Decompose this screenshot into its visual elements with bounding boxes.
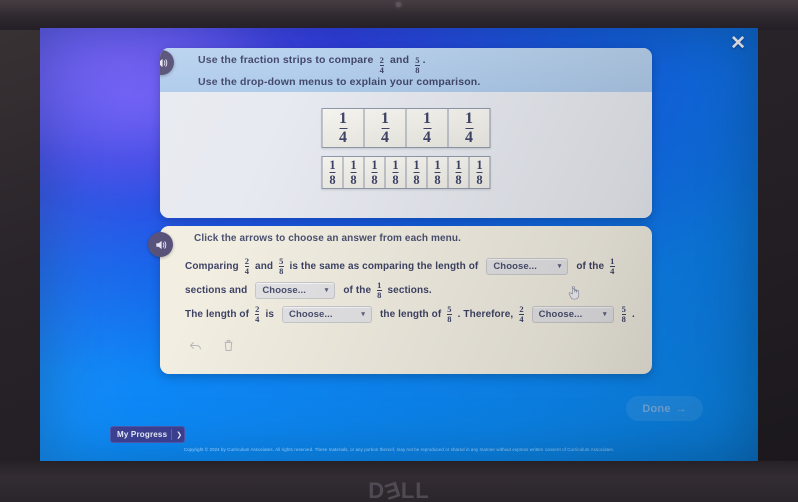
chevron-right-icon: ❯: [176, 431, 183, 439]
arrow-right-icon: →: [675, 402, 687, 415]
copyright-text: Copyright © 2024 by Curriculum Associate…: [183, 447, 615, 452]
fraction-label: 14: [339, 109, 347, 146]
dropdown-2-label: Choose...: [262, 284, 306, 296]
fraction-cell[interactable]: 14: [448, 109, 490, 147]
my-progress-label: My Progress: [117, 430, 168, 439]
prompt-fraction-two-fourths: 24: [379, 55, 384, 75]
fraction-cell[interactable]: 14: [322, 109, 365, 147]
fraction-label: 18: [371, 157, 378, 187]
line1-fraction-2: 58: [279, 255, 284, 276]
done-button[interactable]: Done →: [626, 396, 703, 421]
webcam-icon: [396, 2, 401, 7]
fraction-strips: 14 14 14 14 18 18 18 18 18 18 18 18: [321, 108, 491, 197]
laptop-photo: ✕ Use the fraction strips to compare 24 …: [0, 0, 798, 502]
line1-text-1: Comparing: [185, 260, 239, 272]
fraction-cell[interactable]: 18: [343, 157, 365, 188]
fraction-cell[interactable]: 18: [364, 157, 386, 188]
line1-text-4: of the: [576, 260, 605, 272]
close-icon[interactable]: ✕: [730, 34, 746, 53]
line3-text-3: the length of: [379, 308, 442, 320]
dropdown-3-label: Choose...: [288, 308, 333, 320]
dropdown-1-label: Choose...: [493, 260, 537, 272]
prompt-line-1: Use the fraction strips to compare 24 an…: [198, 53, 640, 75]
prompt-header: Use the fraction strips to compare 24 an…: [160, 48, 652, 92]
chevron-down-icon: ▾: [557, 263, 562, 270]
chevron-down-icon: ▾: [603, 311, 607, 318]
fraction-label: 14: [465, 109, 473, 146]
dropdown-4[interactable]: Choose... ▾: [531, 305, 614, 323]
chevron-down-icon: ▾: [324, 287, 329, 294]
answer-sentences: Comparing 24 and 58 is the same as compa…: [182, 254, 642, 326]
undo-arrow-icon[interactable]: [188, 338, 203, 358]
trash-icon[interactable]: [221, 338, 236, 358]
my-progress-button[interactable]: My Progress ❯: [110, 426, 186, 443]
dell-logo: DƎLL: [368, 476, 430, 502]
line2-text-2: of the: [343, 284, 372, 296]
answer-tools: [188, 338, 236, 358]
line2-text-1: sections and: [185, 284, 248, 296]
fraction-cell[interactable]: 18: [448, 157, 470, 188]
line1-fraction-1: 24: [244, 255, 250, 276]
strip-eighths[interactable]: 18 18 18 18 18 18 18 18: [321, 156, 491, 189]
speaker-icon[interactable]: [148, 232, 173, 257]
line3-text-5: .: [632, 308, 635, 320]
fraction-label: 14: [381, 109, 389, 146]
prompt-card: Use the fraction strips to compare 24 an…: [160, 48, 652, 218]
answer-line-2: sections and Choose... ▾ of the 18 secti…: [182, 278, 642, 302]
prompt-text-c: .: [422, 54, 426, 66]
fraction-cell[interactable]: 18: [406, 157, 428, 188]
fraction-label: 18: [329, 157, 336, 187]
fraction-cell[interactable]: 18: [469, 157, 490, 188]
line1-fraction-3: 14: [610, 255, 615, 276]
prompt-fraction-five-eighths: 58: [415, 55, 420, 75]
line2-fraction-1: 18: [377, 279, 382, 300]
fraction-label: 18: [434, 157, 441, 187]
fraction-cell[interactable]: 18: [322, 157, 344, 188]
divider: [171, 429, 173, 440]
speaker-icon[interactable]: [160, 50, 174, 75]
line3-text-1: The length of: [185, 308, 250, 320]
line2-text-3: sections.: [387, 284, 432, 296]
fraction-cell[interactable]: 18: [427, 157, 449, 188]
line1-text-3: is the same as comparing the length of: [289, 260, 479, 272]
line3-text-2: is: [265, 308, 274, 320]
fraction-label: 14: [423, 109, 431, 146]
fraction-cell[interactable]: 18: [385, 157, 407, 188]
line1-text-2: and: [255, 260, 274, 272]
dropdown-4-label: Choose...: [538, 308, 583, 320]
screen: ✕ Use the fraction strips to compare 24 …: [40, 28, 758, 461]
prompt-text-b: and: [390, 54, 410, 66]
answer-line-3: The length of 24 is Choose... ▾ the leng…: [182, 302, 642, 326]
chevron-down-icon: ▾: [361, 311, 365, 318]
fraction-strips-area: 14 14 14 14 18 18 18 18 18 18 18 18: [160, 92, 652, 218]
line3-text-4: . Therefore,: [457, 308, 514, 320]
fraction-cell[interactable]: 14: [406, 109, 449, 147]
line3-fraction-3: 24: [519, 303, 524, 324]
fraction-label: 18: [476, 157, 483, 187]
strip-fourths[interactable]: 14 14 14 14: [321, 108, 491, 148]
dropdown-3[interactable]: Choose... ▾: [281, 305, 372, 323]
line3-fraction-2: 58: [447, 303, 452, 324]
answer-hint: Click the arrows to choose an answer fro…: [194, 233, 461, 244]
dropdown-1[interactable]: Choose... ▾: [486, 257, 569, 275]
done-label: Done: [642, 402, 671, 415]
fraction-label: 18: [413, 157, 420, 187]
answer-card: Click the arrows to choose an answer fro…: [148, 226, 652, 374]
fraction-cell[interactable]: 14: [364, 109, 407, 147]
answer-line-1: Comparing 24 and 58 is the same as compa…: [182, 254, 642, 278]
line3-fraction-4: 58: [621, 303, 627, 324]
prompt-text-a: Use the fraction strips to compare: [198, 54, 374, 66]
dropdown-2[interactable]: Choose... ▾: [255, 281, 336, 299]
prompt-line-2: Use the drop-down menus to explain your …: [198, 75, 481, 88]
line3-fraction-1: 24: [255, 303, 260, 324]
fraction-label: 18: [350, 157, 357, 187]
fraction-label: 18: [392, 157, 399, 187]
fraction-label: 18: [455, 157, 462, 187]
